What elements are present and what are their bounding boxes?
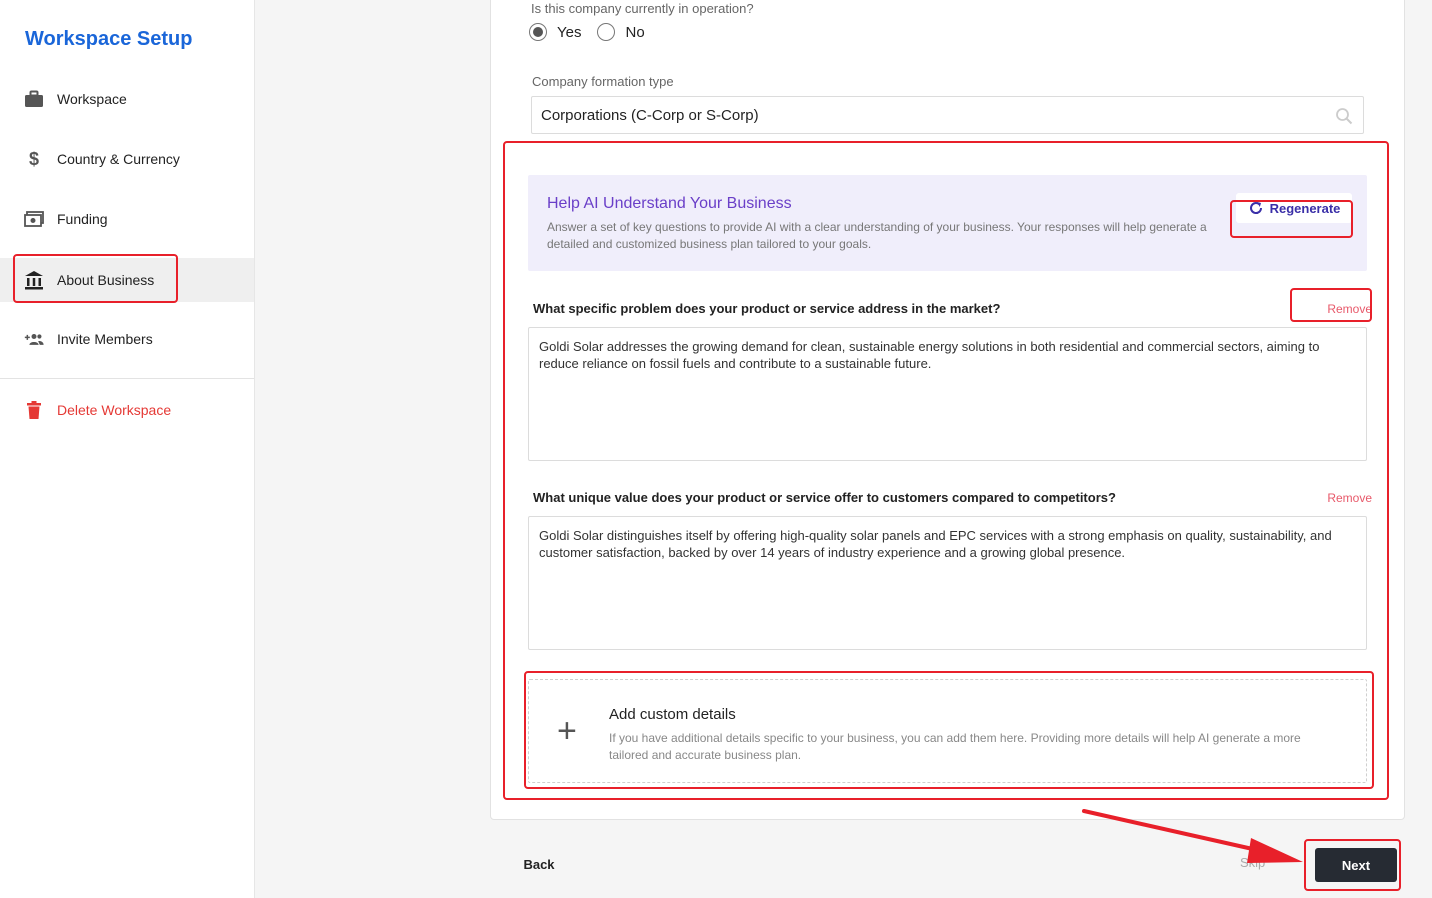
- briefcase-icon: [24, 89, 44, 109]
- radio-yes[interactable]: Yes: [529, 23, 581, 41]
- sidebar-item-workspace[interactable]: Workspace: [0, 77, 254, 121]
- sidebar-title: Workspace Setup: [25, 28, 193, 50]
- highlight-box-remove: [1290, 288, 1372, 322]
- sidebar-item-label: Invite Members: [57, 331, 153, 347]
- money-icon: [24, 209, 44, 229]
- sidebar-item-label: Workspace: [57, 91, 127, 107]
- delete-workspace-button[interactable]: Delete Workspace: [0, 388, 254, 432]
- add-people-icon: [24, 329, 44, 349]
- sidebar-item-country-currency[interactable]: $ Country & Currency: [0, 137, 254, 181]
- sidebar-item-label: Country & Currency: [57, 151, 180, 167]
- radio-no-label: No: [625, 23, 645, 41]
- sidebar-item-label: Funding: [57, 211, 108, 227]
- radio-yes-indicator[interactable]: [529, 23, 547, 41]
- operation-radio-group: Yes No: [529, 23, 661, 41]
- radio-no[interactable]: No: [597, 23, 645, 41]
- formation-type-label: Company formation type: [532, 74, 674, 89]
- search-icon: [1335, 107, 1353, 129]
- highlight-box-custom-details: [524, 671, 1374, 789]
- formation-type-select[interactable]: Corporations (C-Corp or S-Corp): [531, 96, 1364, 134]
- dollar-icon: $: [28, 148, 39, 169]
- sidebar: Workspace Setup Workspace $ Country & Cu…: [0, 0, 255, 898]
- formation-type-value: Corporations (C-Corp or S-Corp): [541, 106, 759, 124]
- sidebar-item-funding[interactable]: Funding: [0, 197, 254, 241]
- trash-icon: [24, 400, 44, 420]
- operation-question: Is this company currently in operation?: [531, 1, 754, 16]
- highlight-box-regenerate: [1230, 200, 1353, 238]
- sidebar-divider: [0, 378, 254, 379]
- back-button[interactable]: Back: [498, 845, 580, 883]
- delete-workspace-label: Delete Workspace: [57, 402, 172, 418]
- sidebar-item-invite-members[interactable]: Invite Members: [0, 317, 254, 361]
- highlight-box-next: [1304, 839, 1401, 891]
- highlight-box-about-business: [13, 254, 178, 303]
- radio-no-indicator[interactable]: [597, 23, 616, 41]
- annotation-arrow: [1082, 809, 1303, 863]
- radio-yes-label: Yes: [557, 23, 582, 41]
